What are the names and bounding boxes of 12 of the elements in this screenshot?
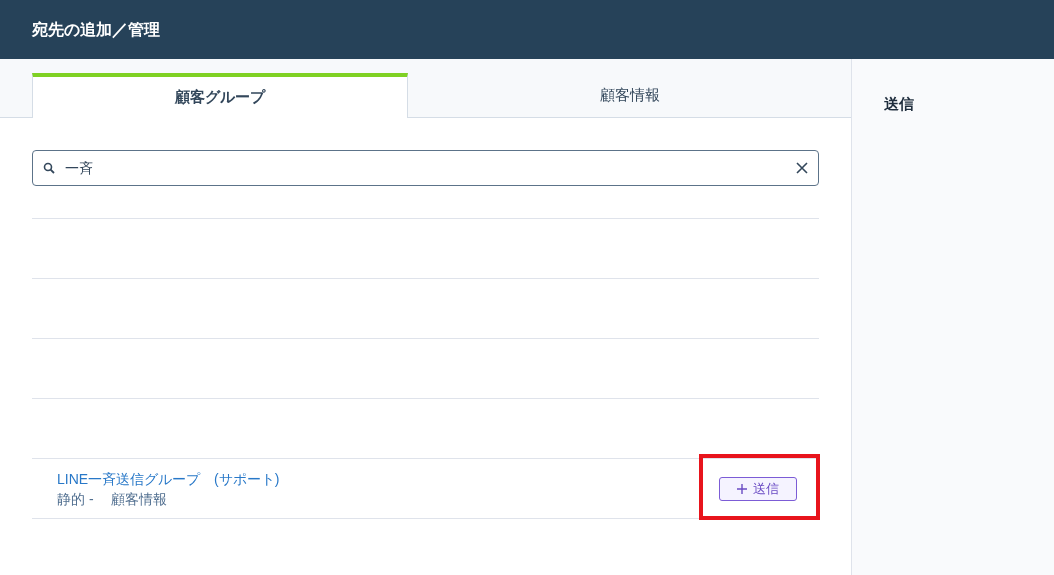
add-button[interactable]: 送信: [719, 476, 797, 501]
plus-icon: [737, 483, 747, 494]
tab[interactable]: 顧客グループ: [32, 73, 408, 118]
close-icon[interactable]: [796, 162, 808, 174]
group-detail: 静的 - 顧客情報: [57, 489, 169, 509]
tab[interactable]: 顧客情報: [408, 73, 851, 117]
group-link[interactable]: LINE一斉送信グループ (サポート): [57, 468, 280, 489]
search-icon: [43, 162, 55, 174]
search-text: 一斉: [65, 158, 93, 178]
window-title: 宛先の追加／管理: [32, 19, 160, 40]
panel-title: 送信: [884, 95, 914, 112]
search-field[interactable]: 一斉: [32, 150, 819, 186]
